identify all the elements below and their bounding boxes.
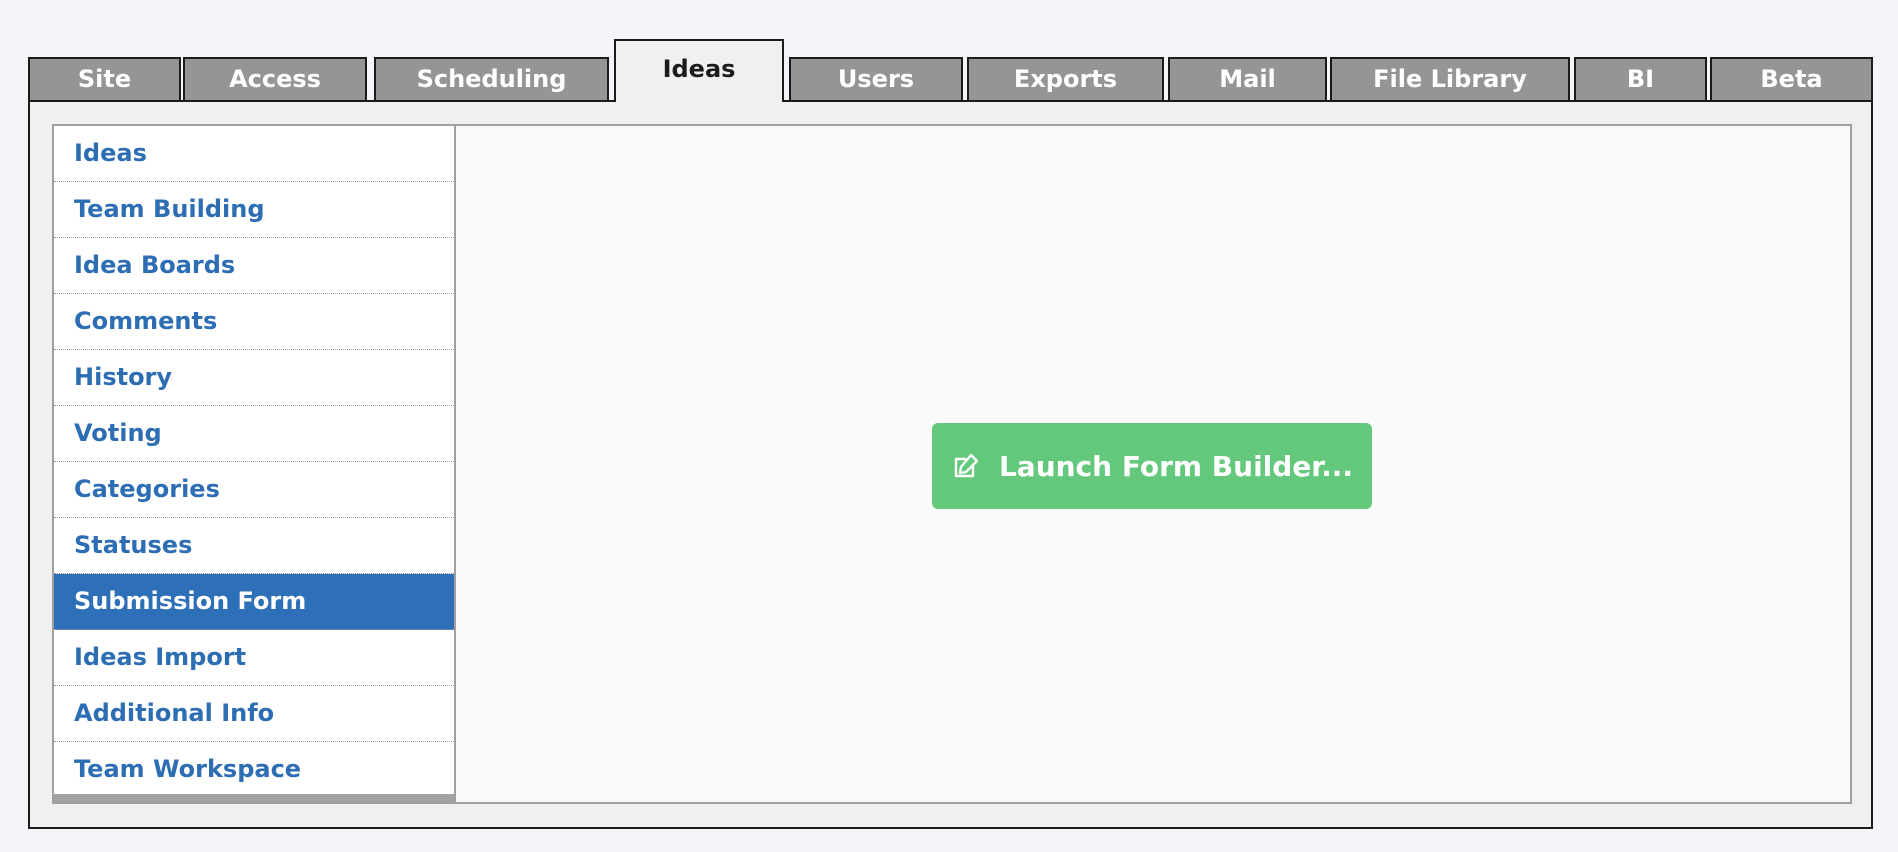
edit-icon bbox=[951, 451, 981, 481]
sidebar-item-team-workspace[interactable]: Team Workspace bbox=[54, 742, 454, 798]
tab-users[interactable]: Users bbox=[789, 57, 963, 100]
tab-mail[interactable]: Mail bbox=[1168, 57, 1327, 100]
sidebar-item-voting[interactable]: Voting bbox=[54, 406, 454, 462]
tab-site[interactable]: Site bbox=[28, 57, 181, 100]
tab-access[interactable]: Access bbox=[183, 57, 367, 100]
tab-bar: Site Access Scheduling Ideas Users Expor… bbox=[28, 39, 1873, 102]
sidebar-item-comments[interactable]: Comments bbox=[54, 294, 454, 350]
sidebar-item-ideas-import[interactable]: Ideas Import bbox=[54, 630, 454, 686]
tab-file-library[interactable]: File Library bbox=[1330, 57, 1570, 100]
sidebar: Ideas Team Building Idea Boards Comments… bbox=[52, 124, 454, 804]
sidebar-item-history[interactable]: History bbox=[54, 350, 454, 406]
sidebar-item-ideas[interactable]: Ideas bbox=[54, 126, 454, 182]
launch-form-builder-button[interactable]: Launch Form Builder... bbox=[932, 423, 1372, 509]
launch-form-builder-label: Launch Form Builder... bbox=[998, 449, 1354, 483]
tab-exports[interactable]: Exports bbox=[967, 57, 1164, 100]
sidebar-footer-bar bbox=[54, 794, 454, 802]
sidebar-item-idea-boards[interactable]: Idea Boards bbox=[54, 238, 454, 294]
tab-ideas[interactable]: Ideas bbox=[614, 39, 784, 102]
tab-bi[interactable]: BI bbox=[1574, 57, 1707, 100]
sidebar-item-team-building[interactable]: Team Building bbox=[54, 182, 454, 238]
tab-beta[interactable]: Beta bbox=[1710, 57, 1873, 100]
sidebar-item-submission-form[interactable]: Submission Form bbox=[54, 574, 454, 630]
sidebar-item-additional-info[interactable]: Additional Info bbox=[54, 686, 454, 742]
tab-scheduling[interactable]: Scheduling bbox=[374, 57, 609, 100]
sidebar-item-statuses[interactable]: Statuses bbox=[54, 518, 454, 574]
sidebar-item-categories[interactable]: Categories bbox=[54, 462, 454, 518]
main-content: Launch Form Builder... bbox=[454, 124, 1852, 804]
tab-panel: Ideas Team Building Idea Boards Comments… bbox=[28, 100, 1873, 829]
